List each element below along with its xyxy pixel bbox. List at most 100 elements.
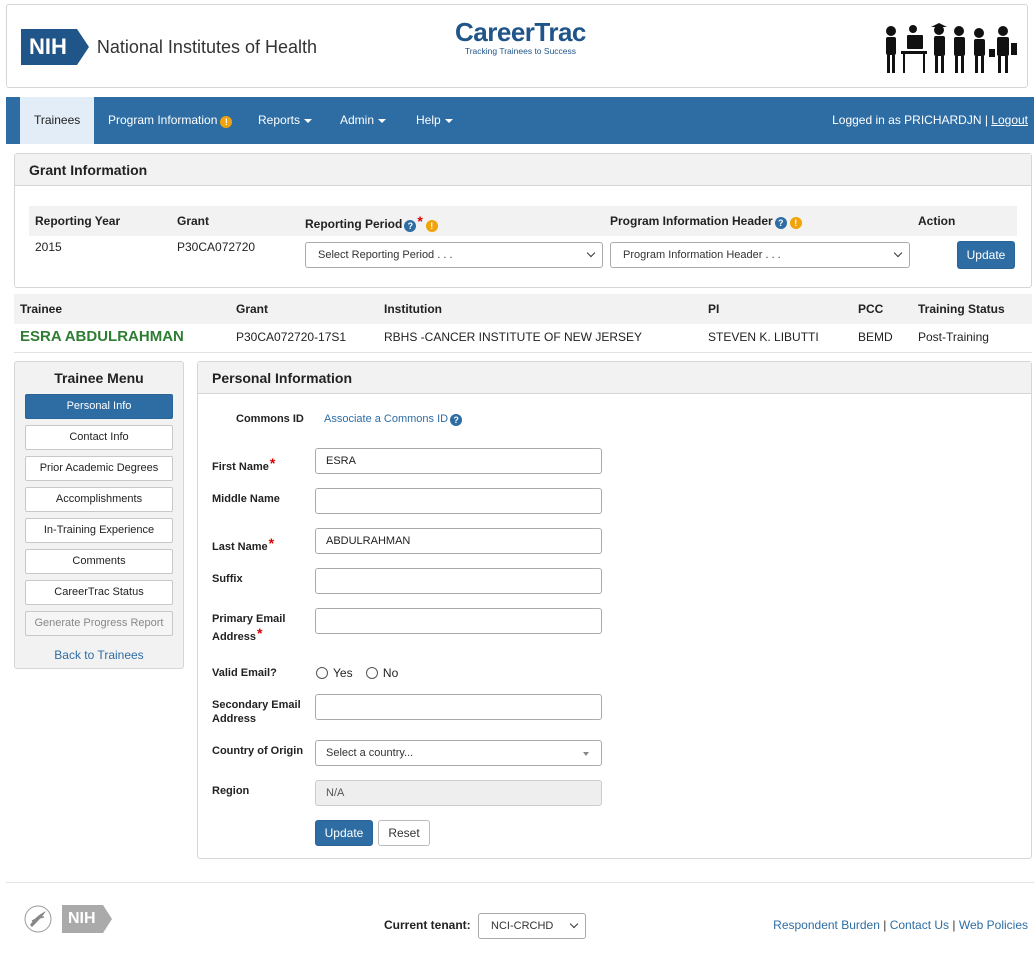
grant-value: P30CA072720 <box>177 240 256 254</box>
table-divider <box>14 352 1032 353</box>
pcc-value: BEMD <box>858 330 893 344</box>
radio-icon[interactable] <box>316 667 328 679</box>
respondent-burden-link[interactable]: Respondent Burden <box>773 918 880 932</box>
col-pi: PI <box>708 302 720 316</box>
current-tenant: Current tenant: NCI-CRCHD <box>384 913 587 939</box>
required-icon: * <box>269 455 276 471</box>
nih-arrow-icon <box>72 29 89 65</box>
nav-admin[interactable]: Admin <box>340 97 387 144</box>
reporting-period-select[interactable]: Select Reporting Period . . . <box>305 242 603 268</box>
col-training-status: Training Status <box>918 302 1005 316</box>
site-footer: NIH Current tenant: NCI-CRCHD Respondent… <box>6 882 1034 952</box>
menu-careertrac-status[interactable]: CareerTrac Status <box>25 580 173 605</box>
training-status-value: Post-Training <box>918 330 989 344</box>
col-reporting-period: Reporting Period? *! <box>305 206 438 236</box>
middle-name-input[interactable] <box>315 488 602 514</box>
menu-prior-academic-degrees[interactable]: Prior Academic Degrees <box>25 456 173 481</box>
menu-generate-progress-report: Generate Progress Report <box>25 611 173 636</box>
menu-personal-info[interactable]: Personal Info <box>25 394 173 419</box>
personal-info-update-button[interactable]: Update <box>315 820 373 846</box>
nih-badge: NIH <box>21 29 89 65</box>
nih-arrow-icon <box>99 905 112 933</box>
valid-email-yes[interactable]: Yes <box>316 666 353 680</box>
institution-value: RBHS -CANCER INSTITUTE OF NEW JERSEY <box>384 330 643 344</box>
nav-help[interactable]: Help <box>416 97 453 144</box>
first-name-input[interactable]: ESRA <box>315 448 602 474</box>
trainee-menu-title: Trainee Menu <box>54 370 144 386</box>
chevron-down-icon <box>893 248 903 258</box>
valid-email-radio-group: Yes No <box>316 666 398 680</box>
country-of-origin-label: Country of Origin <box>212 745 304 757</box>
careertrac-title: CareerTrac <box>455 17 586 47</box>
back-to-trainees-link[interactable]: Back to Trainees <box>25 648 173 662</box>
menu-comments[interactable]: Comments <box>25 549 173 574</box>
secondary-email-input[interactable] <box>315 694 602 720</box>
menu-in-training-experience[interactable]: In-Training Experience <box>25 518 173 543</box>
secondary-email-label: Secondary Email Address <box>212 699 301 725</box>
col-institution: Institution <box>384 302 442 316</box>
help-icon[interactable]: ? <box>774 217 787 229</box>
help-icon[interactable]: ? <box>450 414 463 426</box>
tenant-select[interactable]: NCI-CRCHD <box>478 913 587 939</box>
careertrac-logo[interactable]: CareerTrac Tracking Trainees to Success <box>455 19 586 56</box>
primary-email-input[interactable] <box>315 608 602 634</box>
col-grant: Grant <box>177 214 210 228</box>
associate-commons-id-link[interactable]: Associate a Commons ID <box>324 413 448 425</box>
suffix-label: Suffix <box>212 573 243 585</box>
pi-value: STEVEN K. LIBUTTI <box>708 330 819 344</box>
hhs-eagle-icon[interactable] <box>24 905 52 936</box>
reporting-year-value: 2015 <box>35 240 62 254</box>
required-icon: * <box>417 213 423 229</box>
contact-us-link[interactable]: Contact Us <box>890 918 949 932</box>
main-navbar: Trainees Program Information! Reports Ad… <box>6 97 1034 144</box>
trainee-name: ESRA ABDULRAHMAN <box>20 328 184 345</box>
commons-id-label: Commons ID <box>236 413 304 425</box>
suffix-input[interactable] <box>315 568 602 594</box>
valid-email-label: Valid Email? <box>212 667 277 679</box>
region-input: N/A <box>315 780 602 806</box>
people-silhouette-icon <box>881 21 1019 78</box>
col-action: Action <box>918 214 956 228</box>
web-policies-link[interactable]: Web Policies <box>959 918 1028 932</box>
associate-commons-id[interactable]: Associate a Commons ID? <box>324 413 463 426</box>
nih-name: National Institutes of Health <box>96 36 318 57</box>
logged-in-text: Logged in as PRICHARDJN | <box>832 113 988 127</box>
caret-down-icon <box>304 118 313 123</box>
warning-icon: ! <box>789 217 802 229</box>
col-trainee: Trainee <box>20 302 63 316</box>
logout-link[interactable]: Logout <box>991 113 1028 127</box>
valid-email-no[interactable]: No <box>365 666 398 680</box>
trainee-menu: Trainee Menu Personal Info Contact Info … <box>14 361 184 669</box>
menu-contact-info[interactable]: Contact Info <box>25 425 173 450</box>
footer-nih-logo[interactable]: NIH <box>62 905 112 933</box>
last-name-input[interactable]: ABDULRAHMAN <box>315 528 602 554</box>
current-tenant-label: Current tenant: <box>384 918 471 933</box>
col-reporting-year: Reporting Year <box>35 214 121 228</box>
chevron-down-icon <box>586 248 596 258</box>
caret-down-icon <box>378 118 387 123</box>
nav-trainees[interactable]: Trainees <box>20 97 95 144</box>
warning-icon: ! <box>425 220 438 232</box>
nav-program-information[interactable]: Program Information! <box>108 97 233 144</box>
radio-icon[interactable] <box>365 667 378 679</box>
program-information-header-select[interactable]: Program Information Header . . . <box>610 242 910 268</box>
first-name-label: First Name* <box>212 455 276 473</box>
chevron-down-icon <box>569 919 579 929</box>
country-of-origin-select[interactable]: Select a country... <box>315 740 602 766</box>
last-name-label: Last Name* <box>212 535 275 553</box>
nav-reports[interactable]: Reports <box>258 97 313 144</box>
grant-update-button[interactable]: Update <box>957 241 1015 269</box>
nih-logo[interactable]: NIH National Institutes of Health <box>21 29 317 65</box>
site-header: NIH National Institutes of Health Career… <box>6 4 1028 88</box>
region-label: Region <box>212 785 250 797</box>
menu-accomplishments[interactable]: Accomplishments <box>25 487 173 512</box>
middle-name-label: Middle Name <box>212 493 280 505</box>
personal-info-reset-button[interactable]: Reset <box>378 820 430 846</box>
caret-down-icon <box>583 752 589 756</box>
col-program-information-header: Program Information Header?! <box>610 206 802 236</box>
nav-user-info: Logged in as PRICHARDJN | Logout <box>832 97 1028 144</box>
help-icon[interactable]: ? <box>404 220 417 232</box>
required-icon: * <box>268 535 275 551</box>
footer-links: Respondent Burden | Contact Us | Web Pol… <box>773 918 1028 932</box>
personal-information-panel: Personal Information Commons ID Associat… <box>197 361 1032 859</box>
